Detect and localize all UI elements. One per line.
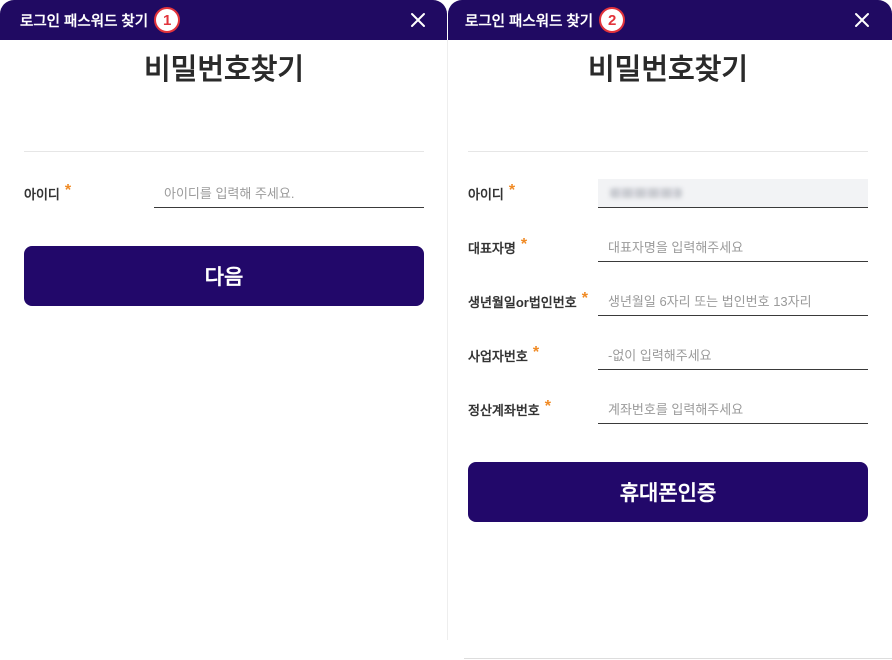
dialog-title-group: 로그인 패스워드 찾기 2: [465, 0, 626, 40]
step-badge: 2: [599, 7, 626, 33]
required-mark: *: [544, 398, 551, 415]
id-input-wrap: [598, 179, 868, 208]
representative-name-input[interactable]: [598, 233, 868, 261]
divider: [468, 151, 868, 152]
next-button[interactable]: 다음: [24, 246, 424, 306]
close-icon[interactable]: [854, 12, 870, 28]
representative-input-wrap: [598, 233, 868, 262]
field-label-id: 아이디 *: [468, 179, 515, 207]
divider: [24, 151, 424, 152]
field-row-birth-or-corp-number: 생년월일or법인번호 *: [468, 287, 868, 316]
dialog-title: 로그인 패스워드 찾기: [465, 13, 594, 30]
birth-or-corp-number-input[interactable]: [598, 287, 868, 315]
required-mark: *: [581, 290, 588, 307]
id-input[interactable]: [154, 179, 424, 207]
close-icon[interactable]: [410, 12, 426, 28]
dialog-title-group: 로그인 패스워드 찾기 1: [20, 0, 181, 40]
phone-verification-button[interactable]: 휴대폰인증: [468, 462, 868, 522]
dialog-header: 로그인 패스워드 찾기 2: [448, 0, 892, 40]
settlement-account-input[interactable]: [598, 395, 868, 423]
page-title: 비밀번호찾기: [143, 54, 305, 86]
business-number-input-wrap: [598, 341, 868, 370]
field-row-settlement-account: 정산계좌번호 *: [468, 395, 868, 424]
field-label-representative: 대표자명 *: [468, 233, 527, 261]
field-label-text: 아이디: [24, 186, 60, 202]
field-label-text: 아이디: [468, 186, 504, 202]
field-label-text: 대표자명: [468, 240, 516, 256]
field-label-birth-or-corp-number: 생년월일or법인번호 *: [468, 287, 588, 315]
field-label-text: 생년월일or법인번호: [468, 294, 577, 310]
close-button[interactable]: [410, 12, 426, 28]
dialog-header: 로그인 패스워드 찾기 1: [0, 0, 447, 40]
bottom-divider: [464, 658, 892, 659]
find-password-dialog-step-2: 로그인 패스워드 찾기 2 비밀번호찾기 아이디 * 대표자명 * 대표자명을 …: [448, 0, 892, 660]
required-mark: *: [532, 344, 540, 361]
business-number-input[interactable]: [598, 341, 868, 369]
field-row-business-number: 사업자번호 *: [468, 341, 868, 370]
find-password-dialog-step-1: 로그인 패스워드 찾기 1 비밀번호찾기 아이디 * 다음: [0, 0, 447, 660]
field-label-settlement-account: 정산계좌번호 *: [468, 395, 551, 423]
close-button[interactable]: [854, 12, 870, 28]
settlement-account-input-wrap: [598, 395, 868, 424]
field-label-text: 정산계좌번호: [468, 402, 540, 418]
page-title: 비밀번호찾기: [587, 54, 749, 86]
field-label-id: 아이디 *: [24, 179, 71, 207]
dialog-title: 로그인 패스워드 찾기: [20, 13, 149, 30]
field-row-id: 아이디 *: [468, 179, 868, 208]
id-input-wrap: [154, 179, 424, 208]
required-mark: *: [520, 236, 528, 253]
step-badge: 1: [154, 7, 181, 33]
field-row-id: 아이디 *: [24, 179, 424, 208]
field-row-representative: 대표자명 *: [468, 233, 868, 262]
field-label-business-number: 사업자번호 *: [468, 341, 539, 369]
required-mark: *: [508, 182, 516, 199]
id-input[interactable]: [598, 179, 868, 207]
required-mark: *: [64, 182, 72, 199]
birth-or-corp-number-input-wrap: [598, 287, 868, 316]
field-label-text: 사업자번호: [468, 348, 528, 364]
